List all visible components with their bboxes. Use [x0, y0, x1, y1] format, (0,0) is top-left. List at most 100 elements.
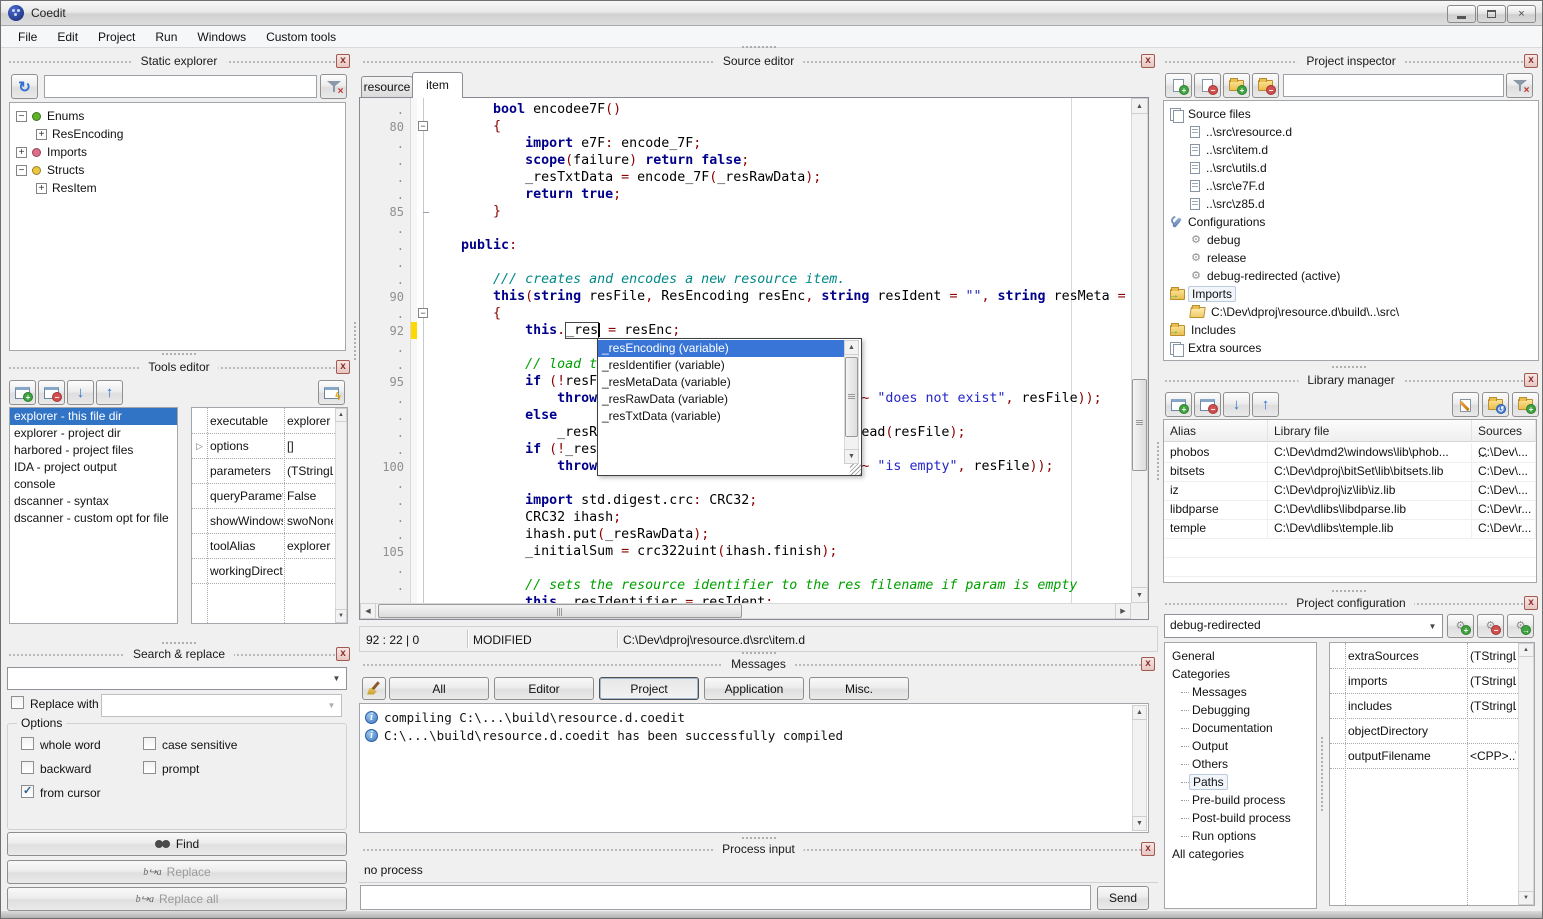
- move-library-up-button[interactable]: ↑: [1252, 392, 1279, 417]
- tree-item[interactable]: release: [1164, 249, 1538, 267]
- property-value[interactable]: (TStringL: [1470, 649, 1516, 663]
- editor-vscroll-thumb[interactable]: [1132, 379, 1147, 471]
- filter-misc-button[interactable]: Misc.: [809, 677, 909, 700]
- resize-grip[interactable]: [850, 464, 861, 475]
- search-term-combo[interactable]: ▼: [7, 667, 347, 690]
- remove-file-button[interactable]: −: [1194, 73, 1221, 98]
- find-button[interactable]: Find: [7, 832, 347, 856]
- tree-item[interactable]: C:\Dev\dproj\resource.d\build\..\src\: [1164, 303, 1538, 321]
- filter-application-button[interactable]: Application: [704, 677, 804, 700]
- inspector-filter-input[interactable]: [1283, 74, 1504, 97]
- expand-icon[interactable]: +: [36, 129, 47, 140]
- close-panel-icon[interactable]: x: [1524, 373, 1538, 387]
- close-panel-icon[interactable]: x: [1524, 54, 1538, 68]
- column-header[interactable]: Sources ...: [1472, 420, 1536, 442]
- column-header[interactable]: Library file: [1268, 420, 1472, 442]
- grid-scrollbar[interactable]: [1518, 643, 1534, 905]
- close-panel-icon[interactable]: x: [1141, 842, 1155, 856]
- tree-item[interactable]: debug-redirected (active): [1164, 267, 1538, 285]
- tree-item[interactable]: Imports: [1164, 285, 1538, 303]
- splitter-handle[interactable]: [1156, 441, 1161, 481]
- property-value[interactable]: explorer: [287, 539, 333, 553]
- property-value[interactable]: (TStringL: [1470, 699, 1516, 713]
- scroll-down-icon[interactable]: ▼: [1518, 891, 1534, 905]
- messages-scrollbar[interactable]: [1132, 705, 1147, 831]
- category-item[interactable]: General: [1165, 647, 1316, 665]
- tool-item[interactable]: harbored - project files: [10, 442, 177, 459]
- tree-item[interactable]: Source files: [1164, 105, 1538, 123]
- grid-scrollbar[interactable]: [335, 408, 347, 623]
- tree-item[interactable]: +Imports: [10, 143, 345, 161]
- completion-item[interactable]: _resEncoding (variable): [598, 340, 846, 357]
- menu-project[interactable]: Project: [89, 28, 144, 46]
- splitter-handle[interactable]: [1320, 736, 1325, 812]
- expand-icon[interactable]: ▷: [196, 441, 203, 452]
- completion-item[interactable]: _resTxtData (variable): [598, 408, 846, 425]
- table-cell[interactable]: C:\Dev\dmd2\windows\lib\phob...: [1268, 443, 1472, 462]
- minimize-button[interactable]: [1447, 5, 1476, 23]
- case-sensitive-checkbox[interactable]: [143, 737, 156, 750]
- category-item[interactable]: Messages: [1165, 683, 1316, 701]
- splitter-handle[interactable]: [741, 45, 777, 50]
- move-tool-up-button[interactable]: ↑: [96, 380, 123, 405]
- scroll-up-icon[interactable]: ▲: [844, 340, 859, 355]
- tree-item[interactable]: Includes: [1164, 321, 1538, 339]
- filter-editor-button[interactable]: Editor: [494, 677, 594, 700]
- table-cell[interactable]: iz: [1164, 481, 1268, 500]
- tool-item[interactable]: IDA - project output: [10, 459, 177, 476]
- tree-item[interactable]: ..\src\z85.d: [1164, 195, 1538, 213]
- tree-item[interactable]: Configurations: [1164, 213, 1538, 231]
- tools-list[interactable]: explorer - this file direxplorer - proje…: [9, 407, 178, 624]
- scroll-left-icon[interactable]: ◀: [360, 603, 376, 619]
- process-input-field[interactable]: [360, 885, 1091, 910]
- tool-item[interactable]: explorer - project dir: [10, 425, 177, 442]
- property-value[interactable]: False: [287, 489, 333, 503]
- table-cell[interactable]: C:\Dev\...: [1472, 443, 1536, 462]
- property-value[interactable]: <CPP>..\: [1470, 749, 1516, 763]
- category-item[interactable]: Documentation: [1165, 719, 1316, 737]
- add-library-folder-button[interactable]: +: [1512, 392, 1539, 417]
- messages-list[interactable]: ▲ ▼ icompiling C:\...\build\resource.d.c…: [359, 703, 1149, 833]
- replace-all-button[interactable]: b↪aReplace all: [7, 887, 347, 911]
- tree-item[interactable]: +ResItem: [10, 179, 345, 197]
- table-cell[interactable]: libdparse: [1164, 500, 1268, 519]
- splitter-handle[interactable]: [353, 321, 358, 361]
- category-item[interactable]: Categories: [1165, 665, 1316, 683]
- menu-edit[interactable]: Edit: [48, 28, 87, 46]
- send-button[interactable]: Send: [1097, 886, 1149, 910]
- fold-collapse-icon[interactable]: −: [418, 121, 428, 131]
- tab-item[interactable]: item: [412, 72, 463, 98]
- add-file-button[interactable]: +: [1165, 73, 1192, 98]
- table-cell[interactable]: C:\Dev\r...: [1472, 500, 1536, 519]
- splitter-handle[interactable]: [161, 352, 197, 357]
- configuration-properties-grid[interactable]: extraSources(TStringLimports(TStringLinc…: [1329, 642, 1535, 906]
- filter-project-button[interactable]: Project: [599, 677, 699, 700]
- property-value[interactable]: explorer: [287, 414, 333, 428]
- remove-folder-button[interactable]: −: [1252, 73, 1279, 98]
- move-library-down-button[interactable]: ↓: [1223, 392, 1250, 417]
- tool-item[interactable]: dscanner - custom opt for file: [10, 510, 177, 527]
- scroll-down-icon[interactable]: ▼: [844, 449, 859, 464]
- edit-library-button[interactable]: [1452, 392, 1479, 417]
- completion-item[interactable]: _resMetaData (variable): [598, 374, 846, 391]
- scroll-up-icon[interactable]: ▲: [1131, 98, 1148, 114]
- category-item[interactable]: Output: [1165, 737, 1316, 755]
- scroll-down-icon[interactable]: ▼: [335, 609, 347, 623]
- tool-item[interactable]: dscanner - syntax: [10, 493, 177, 510]
- table-cell[interactable]: C:\Dev\dproj\iz\lib\iz.lib: [1268, 481, 1472, 500]
- clear-filter-button[interactable]: [1506, 73, 1533, 98]
- filter-all-button[interactable]: All: [389, 677, 489, 700]
- remove-tool-button[interactable]: −: [38, 380, 65, 405]
- close-button[interactable]: ×: [1507, 5, 1536, 23]
- table-cell[interactable]: C:\Dev\...: [1472, 481, 1536, 500]
- splitter-handle[interactable]: [1331, 589, 1367, 594]
- clone-configuration-button[interactable]: →: [1507, 614, 1534, 638]
- menu-file[interactable]: File: [9, 28, 46, 46]
- remove-library-button[interactable]: −: [1194, 392, 1221, 417]
- tree-item[interactable]: debug: [1164, 231, 1538, 249]
- scroll-right-icon[interactable]: ▶: [1115, 603, 1131, 619]
- splitter-handle[interactable]: [741, 651, 777, 656]
- close-panel-icon[interactable]: x: [1141, 657, 1155, 671]
- symbol-filter-input[interactable]: [44, 75, 317, 98]
- project-tree[interactable]: Source files..\src\resource.d..\src\item…: [1163, 100, 1539, 361]
